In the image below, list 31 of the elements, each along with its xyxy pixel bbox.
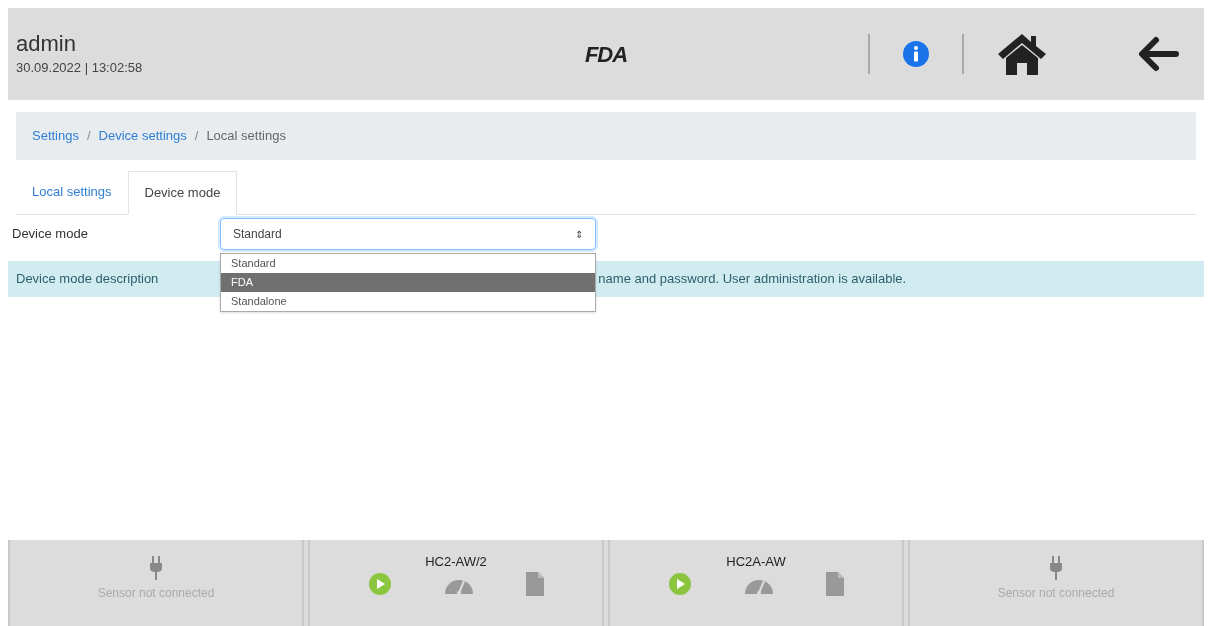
description-text: name and password. User administration is available. bbox=[598, 270, 907, 289]
dropdown-option[interactable]: Standard bbox=[221, 254, 595, 273]
tab[interactable]: Local settings bbox=[16, 170, 128, 214]
sensor-name: HC2A-AW bbox=[726, 553, 786, 571]
description-text: Device mode description bbox=[16, 270, 159, 289]
document-icon[interactable] bbox=[526, 571, 544, 596]
caret-icon: ⇕ bbox=[575, 226, 583, 242]
breadcrumb-separator: / bbox=[194, 127, 199, 146]
breadcrumb-separator: / bbox=[87, 127, 91, 146]
home-icon[interactable] bbox=[996, 32, 1048, 76]
tab[interactable]: Device mode bbox=[127, 171, 238, 215]
info-icon[interactable] bbox=[902, 40, 930, 68]
back-arrow-icon[interactable] bbox=[1136, 34, 1180, 74]
logo: FDA bbox=[585, 40, 627, 69]
document-icon[interactable] bbox=[826, 571, 844, 596]
dropdown-option[interactable]: Standalone bbox=[221, 292, 595, 311]
dropdown-option[interactable]: FDA bbox=[221, 273, 595, 292]
sensor-name: HC2-AW/2 bbox=[425, 553, 487, 571]
breadcrumb-item[interactable]: Settings bbox=[32, 126, 79, 146]
device-mode-select[interactable]: Standard ⇕ bbox=[220, 218, 596, 250]
user-name: admin bbox=[16, 30, 77, 59]
field-label: Device mode bbox=[11, 225, 89, 244]
sensor-panel[interactable]: HC2A-AW bbox=[608, 540, 904, 626]
play-icon[interactable] bbox=[668, 571, 692, 596]
plug-icon bbox=[149, 556, 163, 580]
breadcrumb-item: Local settings bbox=[206, 127, 286, 146]
date-time: 30.09.2022 | 13:02:58 bbox=[16, 59, 144, 78]
breadcrumb-item[interactable]: Device settings bbox=[98, 126, 187, 146]
play-icon[interactable] bbox=[368, 571, 392, 596]
plug-icon bbox=[1049, 556, 1063, 580]
sensor-panel[interactable]: HC2-AW/2 bbox=[308, 540, 604, 626]
